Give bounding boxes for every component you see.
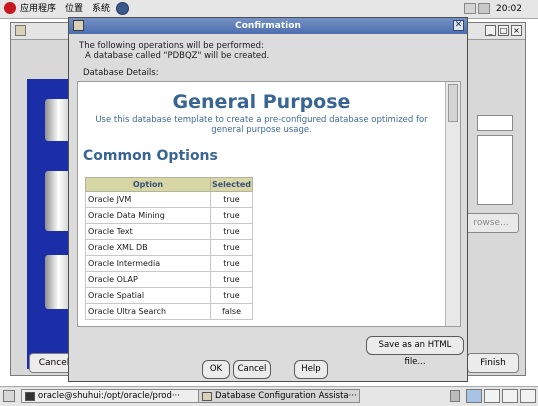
option-selected: true	[210, 271, 253, 288]
workspace-4[interactable]	[520, 389, 536, 403]
bg-text-field[interactable]	[477, 115, 513, 131]
bg-text-area[interactable]	[477, 135, 513, 205]
options-table: Option Selected Oracle JVM true Oracle Da…	[85, 177, 253, 320]
option-selected: true	[210, 223, 253, 240]
dialog-title: Confirmation	[235, 21, 301, 31]
menu-applications[interactable]: 应用程序	[20, 2, 56, 16]
confirmation-dialog: Confirmation ✕ The following operations …	[68, 17, 468, 382]
table-row: Oracle Spatial true	[85, 287, 253, 304]
network-icon[interactable]	[478, 3, 490, 14]
menu-places[interactable]: 位置	[65, 2, 83, 16]
option-name: Oracle JVM	[85, 191, 211, 208]
terminal-icon	[25, 392, 35, 401]
app-icon	[15, 25, 26, 36]
app-icon	[202, 392, 212, 401]
intro-text: The following operations will be perform…	[79, 41, 264, 51]
template-description: Use this database template to create a p…	[95, 115, 428, 135]
maximize-icon[interactable]: □	[498, 25, 509, 36]
clock[interactable]: 20:02	[496, 2, 522, 16]
option-selected: true	[210, 191, 253, 208]
option-name: Oracle XML DB	[85, 239, 211, 256]
browse-button[interactable]: rowse...	[463, 213, 519, 233]
redhat-logo-icon[interactable]	[4, 2, 16, 14]
details-scroll-pane[interactable]: General Purpose Use this database templa…	[77, 81, 461, 327]
cancel-button[interactable]: Cancel	[233, 360, 271, 379]
option-name: Oracle Ultra Search	[85, 303, 211, 320]
table-row: Oracle Ultra Search false	[85, 303, 253, 320]
window-controls: _ □ ×	[483, 25, 522, 37]
option-selected: false	[210, 303, 253, 320]
details-content: General Purpose Use this database templa…	[78, 82, 445, 326]
show-desktop-icon[interactable]	[3, 390, 15, 402]
option-selected: true	[210, 255, 253, 272]
option-name: Oracle Data Mining	[85, 207, 211, 224]
option-selected: true	[210, 207, 253, 224]
column-header-selected: Selected	[210, 177, 253, 192]
app-icon	[73, 20, 84, 31]
close-icon[interactable]: ×	[511, 25, 522, 36]
save-as-html-button[interactable]: Save as an HTML file...	[366, 336, 464, 367]
option-name: Oracle OLAP	[85, 271, 211, 288]
menu-system[interactable]: 系统	[92, 2, 110, 16]
ok-button[interactable]: OK	[202, 360, 230, 379]
browser-launcher-icon[interactable]	[116, 2, 129, 15]
column-header-option: Option	[85, 177, 211, 192]
trash-icon[interactable]	[450, 390, 460, 402]
task-label: oracle@shuhui:/opt/oracle/prod···	[38, 391, 180, 401]
task-dbca[interactable]: Database Configuration Assista···	[198, 389, 360, 403]
scrollbar-thumb[interactable]	[448, 84, 458, 122]
bottom-taskbar: oracle@shuhui:/opt/oracle/prod··· Databa…	[0, 386, 538, 406]
option-name: Oracle Intermedia	[85, 255, 211, 272]
option-selected: true	[210, 239, 253, 256]
table-row: Oracle Intermedia true	[85, 255, 253, 272]
minimize-icon[interactable]: _	[485, 25, 496, 36]
table-row: Oracle Text true	[85, 223, 253, 240]
close-icon[interactable]: ✕	[453, 20, 464, 31]
task-label: Database Configuration Assista···	[215, 391, 357, 401]
dialog-titlebar[interactable]: Confirmation ✕	[69, 18, 467, 34]
table-header-row: Option Selected	[85, 177, 253, 192]
details-label: Database Details:	[83, 68, 159, 78]
table-row: Oracle OLAP true	[85, 271, 253, 288]
option-selected: true	[210, 287, 253, 304]
option-name: Oracle Text	[85, 223, 211, 240]
task-terminal[interactable]: oracle@shuhui:/opt/oracle/prod···	[21, 389, 199, 403]
table-row: Oracle JVM true	[85, 191, 253, 208]
display-icon[interactable]	[464, 3, 476, 14]
option-name: Oracle Spatial	[85, 287, 211, 304]
workspace-2[interactable]	[484, 389, 500, 403]
help-button[interactable]: Help	[294, 360, 328, 379]
table-row: Oracle XML DB true	[85, 239, 253, 256]
workspace-3[interactable]	[502, 389, 518, 403]
workspace-1[interactable]	[466, 389, 482, 403]
template-title: General Purpose	[172, 91, 351, 113]
finish-button[interactable]: Finish	[467, 353, 519, 373]
section-title: Common Options	[83, 148, 218, 164]
table-row: Oracle Data Mining true	[85, 207, 253, 224]
vertical-scrollbar[interactable]	[445, 82, 460, 326]
operation-text: A database called "PDBQZ" will be create…	[85, 51, 270, 61]
